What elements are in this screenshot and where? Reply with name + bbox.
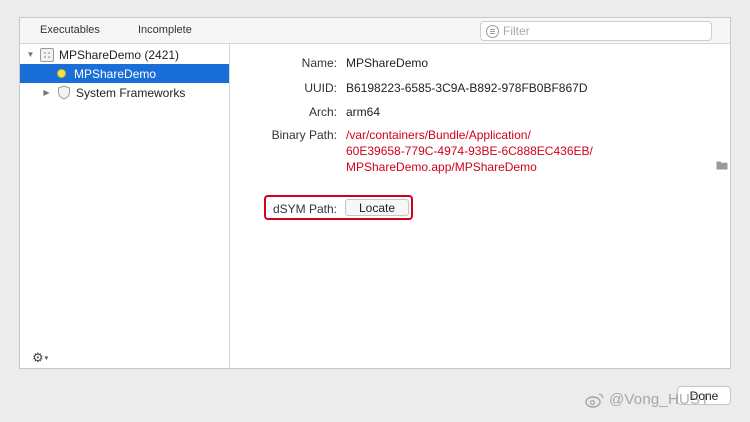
- yellow-dot-icon: [57, 69, 66, 78]
- name-label: Name:: [301, 56, 337, 70]
- disclosure-open-icon[interactable]: ▼: [26, 50, 35, 59]
- watermark-text: @Vong_HUST: [609, 391, 710, 408]
- dsym-path-label: dSYM Path:: [272, 202, 337, 216]
- detail-pane: Name: MPShareDemo UUID: B6198223-6585-3C…: [231, 44, 730, 368]
- watermark: @Vong_HUST: [585, 391, 710, 408]
- binary-path-line: /var/containers/Bundle/Application/: [346, 128, 531, 142]
- binary-path-value: /var/containers/Bundle/Application/ 60E3…: [346, 127, 646, 175]
- folder-icon[interactable]: [716, 160, 728, 170]
- sidebar-item-label: System Frameworks: [76, 85, 186, 100]
- binary-path-line: 60E39658-779C-4974-93BE-6C888EC436EB/: [346, 144, 593, 158]
- filter-icon: [486, 24, 499, 38]
- binary-path-line: MPShareDemo.app/MPShareDemo: [346, 160, 537, 174]
- sidebar-item-mpsharedemo[interactable]: MPShareDemo: [20, 64, 229, 83]
- sidebar-item-label: MPShareDemo: [74, 66, 157, 81]
- arch-value: arm64: [346, 105, 381, 119]
- sidebar: ▼ MPShareDemo (2421) MPShareDemo ▶ Syste…: [20, 44, 230, 368]
- sidebar-item-app-group[interactable]: ▼ MPShareDemo (2421): [20, 45, 229, 64]
- locate-button[interactable]: Locate: [345, 199, 409, 216]
- toolbar: Executables Incomplete: [20, 18, 730, 44]
- shield-icon: [58, 85, 70, 100]
- filter-input[interactable]: [503, 24, 703, 38]
- app-grid-icon: [40, 47, 54, 62]
- disclosure-closed-icon[interactable]: ▶: [42, 88, 51, 97]
- filter-field[interactable]: [480, 21, 712, 41]
- gear-icon: ⚙: [32, 350, 44, 365]
- chevron-down-icon: ▾: [44, 355, 49, 362]
- binary-path-label: Binary Path:: [271, 128, 337, 142]
- arch-label: Arch:: [308, 105, 337, 119]
- weibo-icon: [585, 392, 604, 408]
- tab-executables[interactable]: Executables: [40, 24, 100, 36]
- uuid-label: UUID:: [304, 81, 337, 95]
- symbol-dialog: Executables Incomplete ▼ MPShareDemo (24…: [19, 17, 731, 369]
- tab-incomplete[interactable]: Incomplete: [138, 24, 192, 36]
- uuid-value: B6198223-6585-3C9A-B892-978FB0BF867D: [346, 81, 588, 95]
- sidebar-item-system-frameworks[interactable]: ▶ System Frameworks: [20, 83, 229, 102]
- name-value: MPShareDemo: [346, 56, 429, 70]
- action-menu-button[interactable]: ⚙ ▾: [32, 350, 48, 366]
- sidebar-item-label: MPShareDemo (2421): [59, 47, 180, 62]
